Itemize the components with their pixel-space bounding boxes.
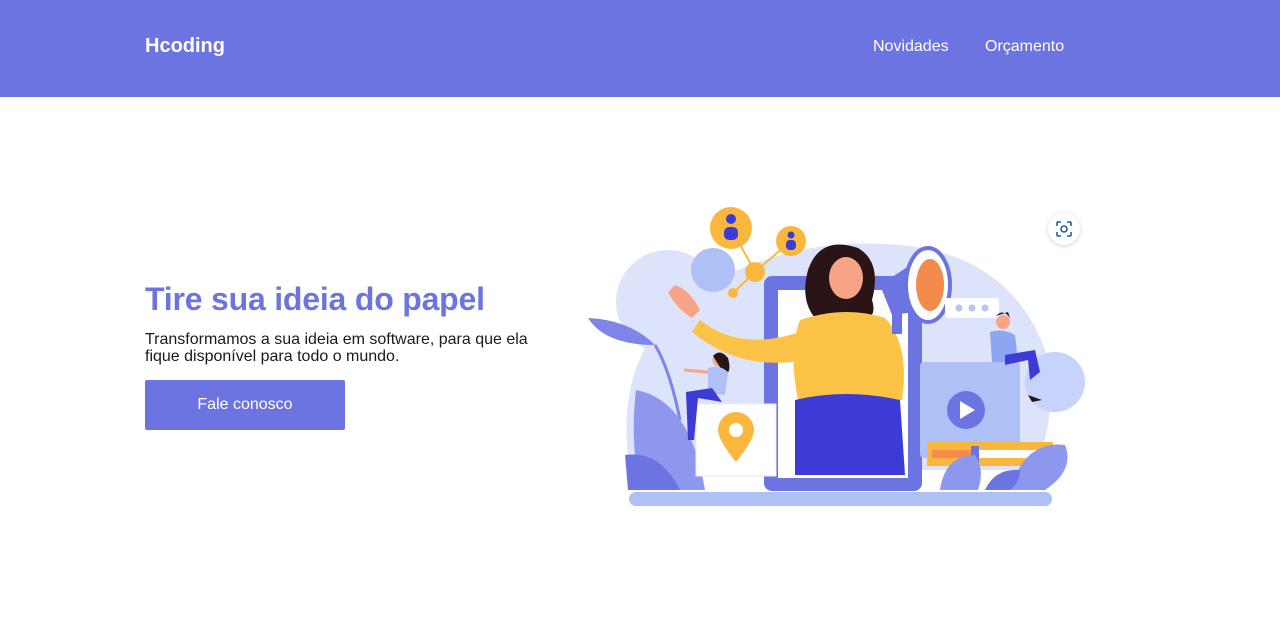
woman-face: [829, 257, 863, 299]
site-header: Hcoding Novidades Orçamento: [0, 0, 1280, 97]
man-figure: [996, 315, 1010, 329]
contact-button[interactable]: Fale conosco: [145, 380, 345, 430]
logo[interactable]: Hcoding: [145, 35, 225, 58]
bubble-circle: [691, 248, 735, 292]
marketing-illustration: [588, 207, 1085, 506]
woman-skirt: [795, 394, 905, 475]
woman-shirt: [793, 311, 904, 400]
image-search-button[interactable]: [1048, 213, 1080, 245]
hero-description: Transformamos a sua ideia em software, p…: [145, 331, 528, 365]
nav-link-orcamento[interactable]: Orçamento: [985, 38, 1064, 56]
ground-base: [629, 492, 1052, 506]
nav-link-novidades[interactable]: Novidades: [873, 38, 949, 56]
lens-icon: [1056, 221, 1072, 237]
hero-title: Tire sua ideia do papel: [145, 281, 485, 317]
